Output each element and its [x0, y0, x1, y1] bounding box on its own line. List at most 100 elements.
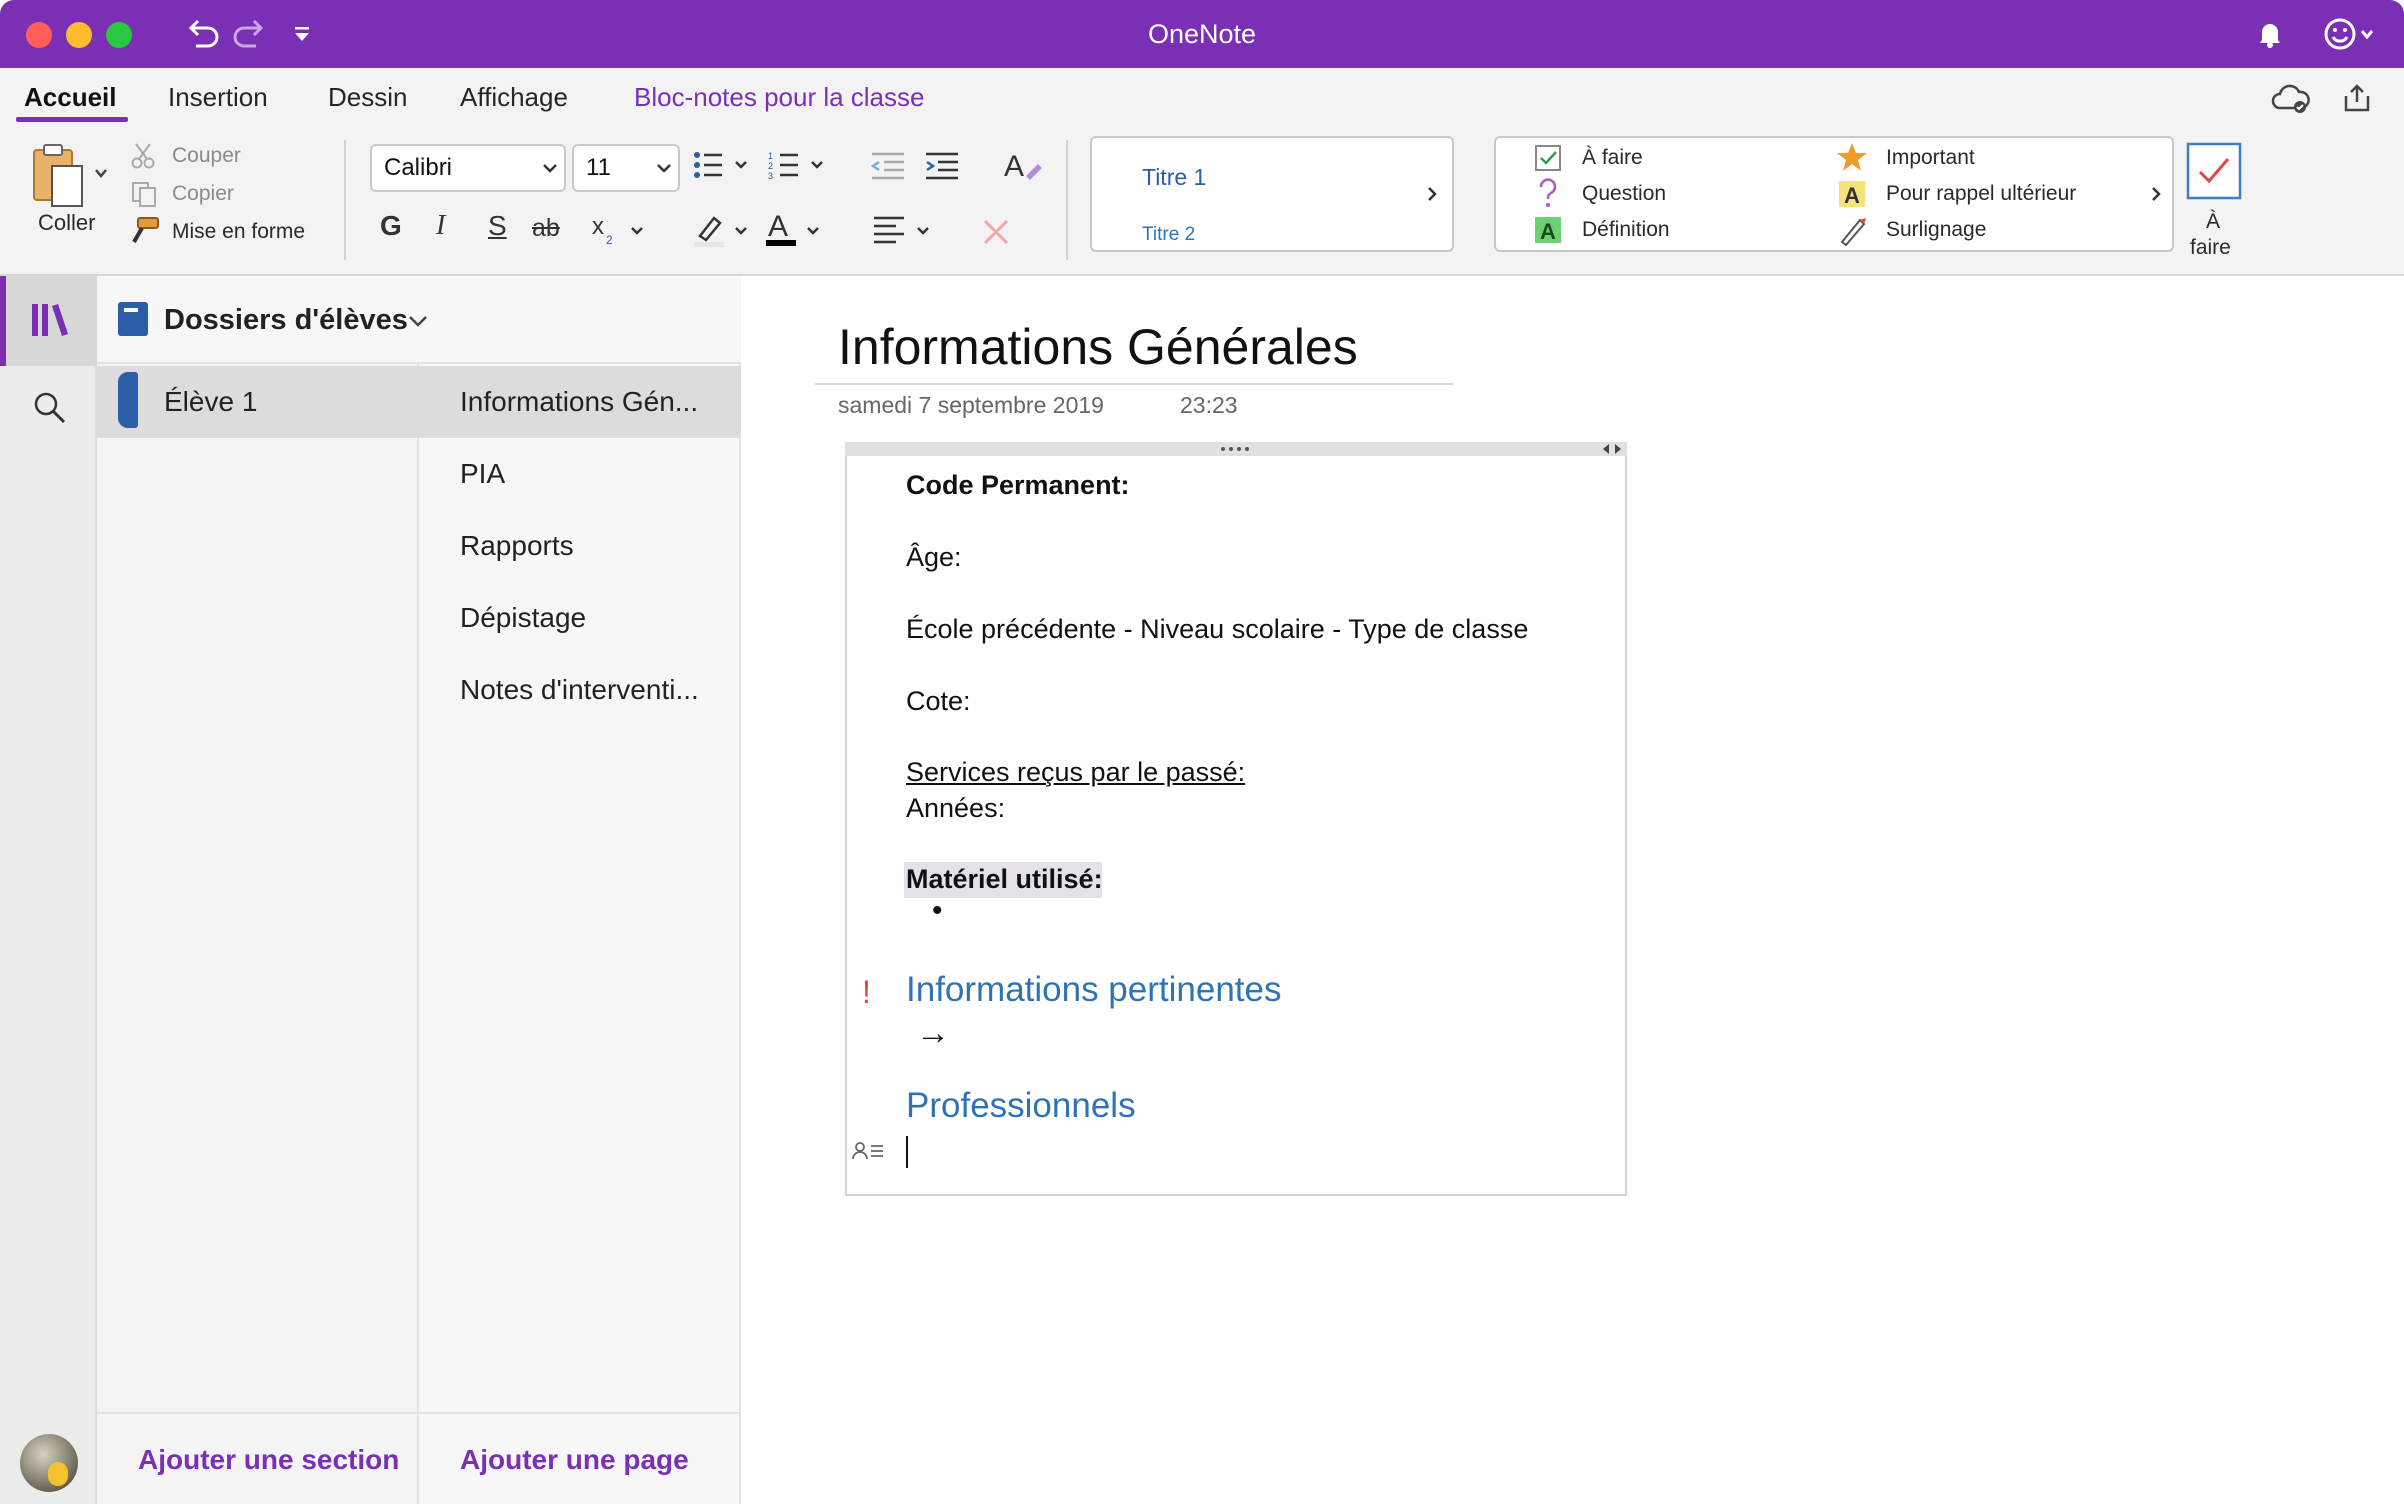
copy-icon[interactable]	[130, 180, 158, 208]
style-title1[interactable]: Titre 1	[1142, 164, 1206, 191]
page-time: 23:23	[1180, 392, 1238, 418]
underline-button[interactable]: S	[488, 210, 507, 242]
highlight-color-icon[interactable]	[692, 210, 752, 250]
page-item-notes[interactable]: Notes d'interventi...	[460, 674, 699, 706]
svg-text:A: A	[1844, 183, 1860, 208]
window-title: OneNote	[1147, 19, 1257, 49]
tag-todo-label[interactable]: À faire	[1582, 146, 1643, 170]
panel-footer-divider	[97, 1412, 741, 1414]
format-painter-icon[interactable]	[128, 216, 160, 246]
customize-toolbar-icon[interactable]	[292, 26, 312, 44]
copy-label[interactable]: Copier	[172, 182, 234, 206]
todo-tag-icon[interactable]	[2186, 142, 2242, 200]
bullet-list-icon[interactable]	[692, 150, 752, 182]
numbered-list-icon[interactable]: 123	[768, 150, 828, 182]
note-ecole[interactable]: École précédente - Niveau scolaire - Typ…	[906, 614, 1528, 645]
drag-handle-icon[interactable]	[1220, 445, 1250, 453]
question-icon	[1536, 178, 1560, 208]
strikethrough-button[interactable]: ab	[532, 214, 560, 243]
add-section-button[interactable]: Ajouter une section	[138, 1444, 399, 1476]
tab-accueil[interactable]: Accueil	[24, 80, 117, 120]
note-cote[interactable]: Cote:	[906, 686, 971, 717]
section-item-eleve-1[interactable]: Élève 1	[164, 386, 257, 418]
reminder-icon: A	[1838, 180, 1866, 208]
svg-text:x: x	[592, 213, 604, 240]
todo-tag-label-1[interactable]: À	[2206, 210, 2220, 234]
active-tab-indicator	[16, 117, 128, 122]
note-services[interactable]: Services reçus par le passé:	[906, 757, 1245, 788]
tag-reminder-label[interactable]: Pour rappel ultérieur	[1886, 182, 2076, 206]
style-title2[interactable]: Titre 2	[1142, 224, 1195, 246]
svg-text:2: 2	[768, 161, 773, 171]
section-item-selected-bg	[97, 366, 419, 438]
page-item-depistage[interactable]: Dépistage	[460, 602, 586, 634]
sync-cloud-icon[interactable]	[2270, 82, 2310, 116]
important-tag-icon: !	[862, 974, 871, 1010]
notebook-name[interactable]: Dossiers d'élèves	[164, 304, 408, 337]
svg-text:A: A	[1540, 219, 1556, 244]
note-annees[interactable]: Années:	[906, 793, 1005, 824]
page-title[interactable]: Informations Générales	[838, 318, 1358, 376]
font-name-select[interactable]: Calibri	[370, 144, 566, 192]
italic-button[interactable]: I	[436, 210, 445, 242]
paste-icon[interactable]	[28, 142, 112, 212]
notifications-icon[interactable]	[2254, 18, 2286, 50]
tag-definition-label[interactable]: Définition	[1582, 218, 1670, 242]
increase-indent-icon[interactable]	[924, 150, 960, 182]
chevron-right-icon[interactable]	[2150, 186, 2162, 202]
paste-label[interactable]: Coller	[38, 210, 95, 236]
note-bullet[interactable]: •	[932, 894, 943, 928]
tag-question-label[interactable]: Question	[1582, 182, 1666, 206]
cut-label[interactable]: Couper	[172, 144, 241, 168]
page-item-rapports[interactable]: Rapports	[460, 530, 574, 562]
navigation-rail	[0, 276, 97, 1504]
format-painter-label[interactable]: Mise en forme	[172, 220, 305, 244]
note-materiel[interactable]: Matériel utilisé:	[906, 864, 1103, 895]
search-icon[interactable]	[32, 390, 68, 426]
resize-handle-icon[interactable]	[1600, 443, 1624, 455]
redo-icon[interactable]	[232, 18, 268, 50]
font-color-icon[interactable]: A	[764, 208, 824, 250]
section-color-tab	[118, 372, 138, 428]
rail-active-indicator	[0, 276, 6, 366]
tab-class-notebook[interactable]: Bloc-notes pour la classe	[634, 80, 924, 120]
chevron-right-icon[interactable]	[1426, 186, 1438, 202]
notebooks-icon[interactable]	[30, 302, 70, 338]
tag-important-label[interactable]: Important	[1886, 146, 1975, 170]
feedback-smiley-icon[interactable]	[2322, 16, 2376, 52]
page-item-pia[interactable]: PIA	[460, 458, 505, 490]
chevron-down-icon	[656, 162, 672, 174]
sections-panel	[97, 276, 419, 1504]
svg-text:A: A	[1004, 150, 1024, 183]
styles-icon[interactable]: A	[1004, 148, 1044, 184]
bold-button[interactable]: G	[380, 210, 402, 242]
tab-affichage[interactable]: Affichage	[460, 80, 568, 120]
align-left-icon[interactable]	[872, 214, 936, 248]
clear-formatting-icon[interactable]	[982, 218, 1010, 246]
ribbon-separator	[344, 140, 346, 260]
subscript-icon[interactable]: x2	[592, 212, 646, 248]
chevron-down-icon[interactable]	[408, 314, 428, 328]
note-arrow[interactable]: →	[916, 1014, 950, 1053]
decrease-indent-icon[interactable]	[870, 150, 906, 182]
heading-professionnels[interactable]: Professionnels	[906, 1086, 1136, 1126]
tab-dessin[interactable]: Dessin	[328, 80, 407, 120]
avatar[interactable]	[20, 1434, 78, 1492]
note-code-permanent[interactable]: Code Permanent:	[906, 470, 1130, 501]
chevron-down-icon	[542, 162, 558, 174]
undo-icon[interactable]	[184, 18, 220, 50]
todo-tag-label-2[interactable]: faire	[2190, 236, 2231, 260]
checkbox-icon	[1534, 144, 1562, 172]
tab-insertion[interactable]: Insertion	[168, 80, 268, 120]
add-page-button[interactable]: Ajouter une page	[460, 1444, 689, 1476]
note-age[interactable]: Âge:	[906, 542, 962, 573]
ribbon-separator	[1066, 140, 1068, 260]
cut-icon[interactable]	[130, 142, 156, 170]
font-name-value: Calibri	[384, 154, 453, 181]
page-date: samedi 7 septembre 2019	[838, 392, 1104, 418]
highlighter-icon	[1838, 214, 1868, 246]
share-icon[interactable]	[2340, 82, 2374, 116]
heading-informations-pertinentes[interactable]: Informations pertinentes	[906, 970, 1281, 1010]
tag-highlight-label[interactable]: Surlignage	[1886, 218, 1986, 242]
page-item-informations[interactable]: Informations Gén...	[460, 386, 698, 418]
